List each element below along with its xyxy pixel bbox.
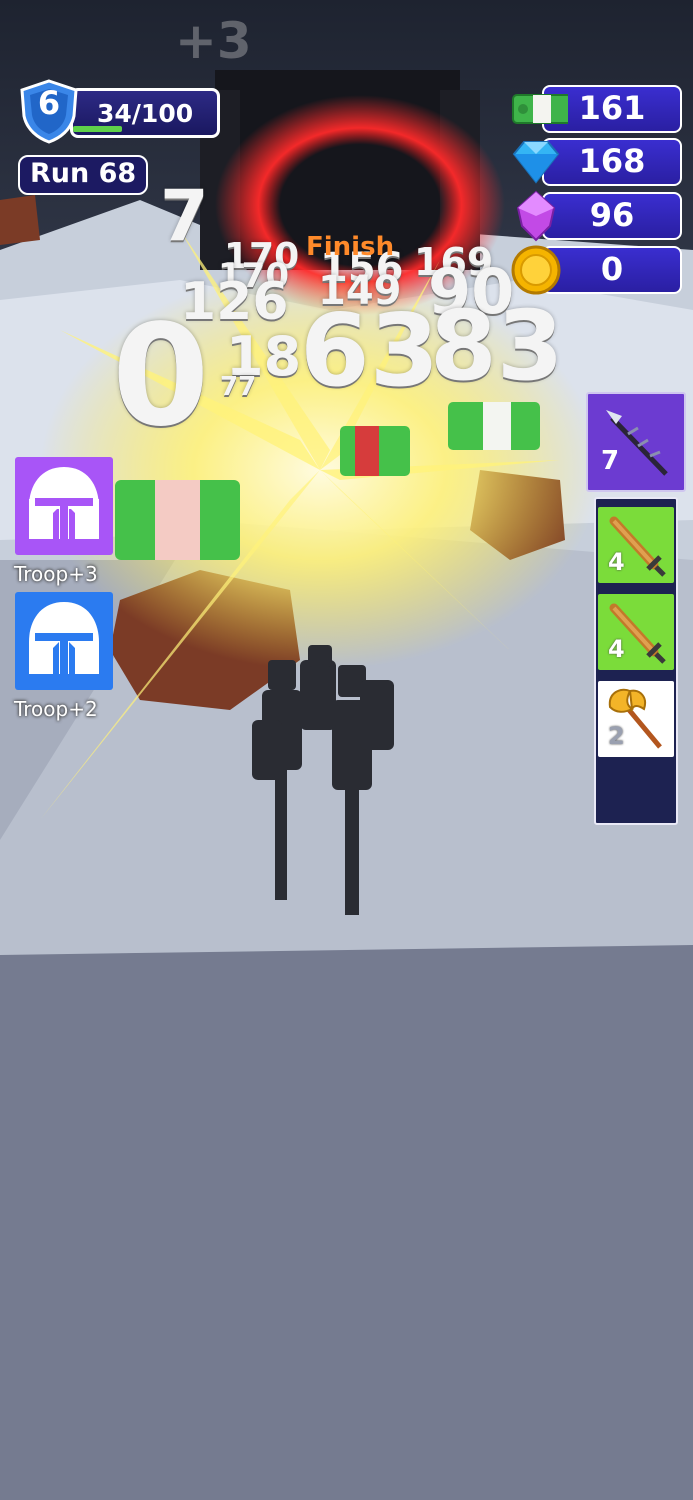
damage-number: 83	[430, 290, 564, 402]
level-number: 6	[37, 84, 61, 122]
finish-label: Finish	[306, 232, 395, 262]
damage-number: 77	[220, 372, 257, 402]
troop-card-label: Troop+3	[14, 562, 98, 586]
xp-bar: 34/100	[70, 88, 220, 138]
featured-weapon-card[interactable]	[586, 392, 686, 492]
troop-card-label: Troop+2	[14, 697, 98, 721]
cash-icon	[512, 94, 568, 124]
gold-coin-icon	[511, 245, 561, 295]
troop-card[interactable]	[15, 592, 113, 690]
gem-value: 96	[589, 196, 635, 234]
damage-number: 7	[160, 175, 209, 257]
knight-helmet-icon	[29, 467, 99, 539]
weapon-slot-count: 2	[608, 722, 625, 750]
diamond-value: 168	[578, 142, 646, 180]
game-scene[interactable]: 7 170 156 169 170 126 149 90 0 18 63 83 …	[0, 0, 693, 1500]
currency-coin: 0	[511, 245, 682, 295]
bonus-indicator: +3	[175, 12, 252, 70]
run-label: Run 68	[18, 155, 149, 195]
damage-number: 0	[112, 295, 210, 458]
diamond-icon	[512, 141, 560, 184]
featured-weapon-count: 7	[601, 446, 620, 476]
xp-text: 34/100	[97, 99, 194, 128]
currency-diamond: 168	[512, 138, 682, 186]
knight-helmet-icon	[29, 602, 99, 674]
currency-gem: 96	[516, 190, 682, 242]
damage-number: 63	[300, 292, 440, 409]
weapon-slot-count: 4	[608, 635, 625, 663]
troop-card[interactable]	[15, 457, 113, 555]
currency-cash: 161	[512, 85, 682, 133]
weapon-slot-count: 4	[608, 548, 625, 576]
coin-value: 0	[600, 250, 624, 288]
purple-gem-icon	[516, 190, 556, 242]
